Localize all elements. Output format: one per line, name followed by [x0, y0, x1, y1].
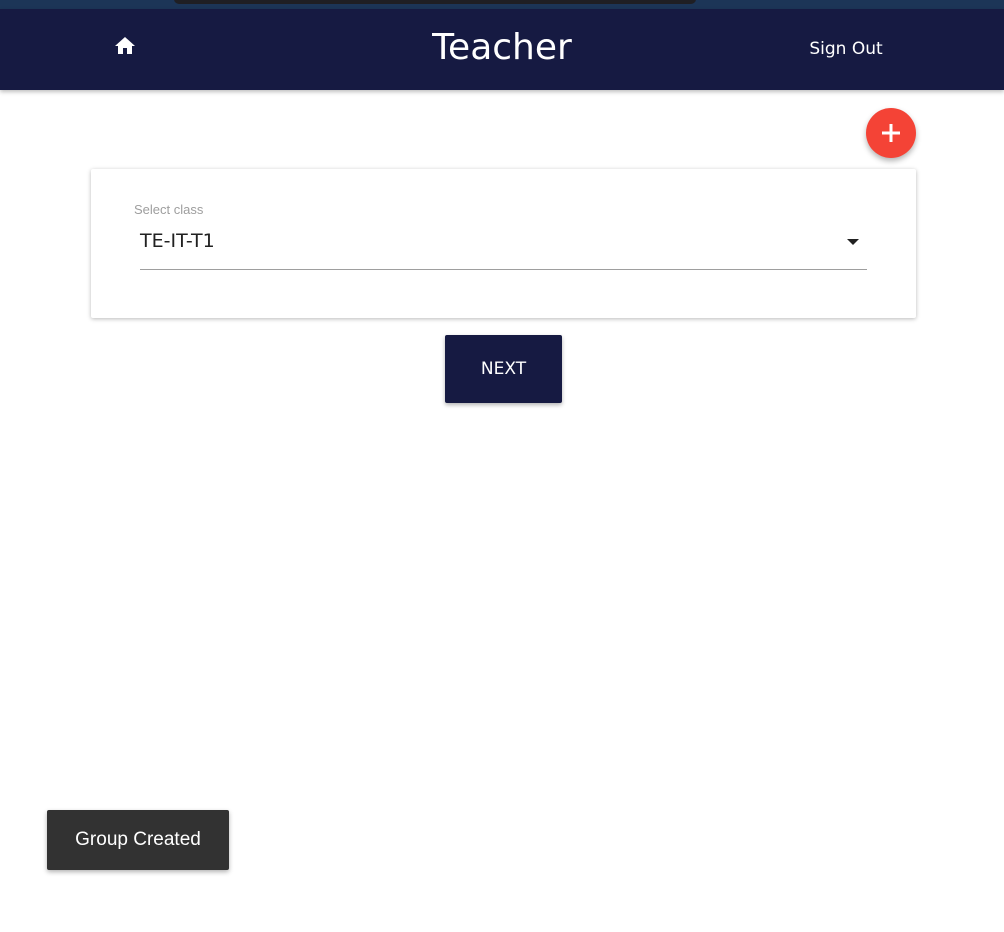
class-select-card: Select class TE-IT-T1: [91, 169, 916, 318]
select-class-label: Select class: [134, 202, 204, 217]
browser-tab-pill: [174, 0, 696, 4]
caret-down-icon: [847, 239, 859, 245]
home-icon: [115, 37, 135, 54]
home-button[interactable]: [108, 29, 142, 63]
class-select-dropdown[interactable]: TE-IT-T1: [140, 225, 867, 270]
add-button[interactable]: [866, 108, 916, 158]
selected-class-value: TE-IT-T1: [140, 230, 215, 252]
browser-top-strip: [0, 0, 1004, 9]
toast-notification: Group Created: [47, 810, 229, 870]
plus-icon: [882, 124, 900, 142]
app-bar: Teacher Sign Out: [0, 9, 1004, 90]
next-button[interactable]: NEXT: [445, 335, 562, 403]
sign-out-button[interactable]: Sign Out: [796, 35, 896, 63]
